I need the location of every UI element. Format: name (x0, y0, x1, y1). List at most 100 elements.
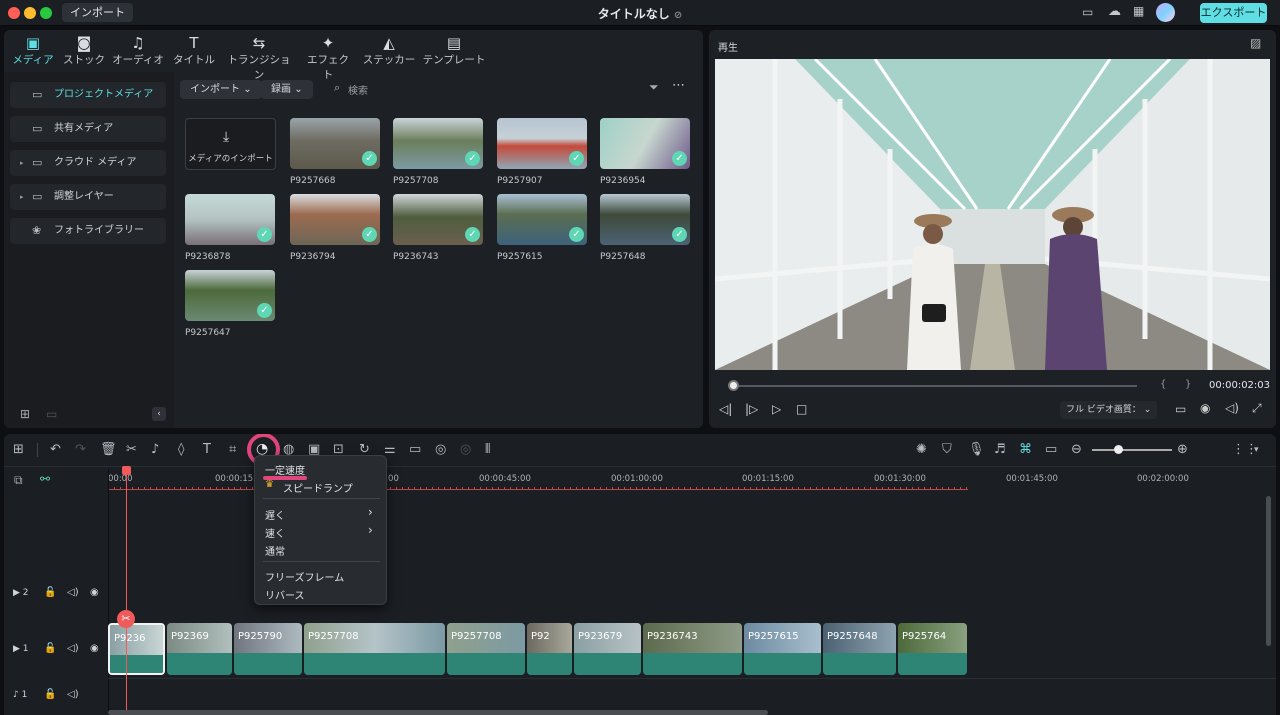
render-icon[interactable]: ✺ (916, 442, 927, 457)
scissors-icon[interactable]: ✂ (126, 442, 137, 457)
fullscreen-icon[interactable]: ⤢ (1252, 401, 1262, 416)
layout-grid-icon[interactable]: ⊞ (13, 442, 24, 457)
timeline-clip[interactable]: P92 (527, 623, 572, 675)
timeline-clip[interactable]: P9257708 (447, 623, 525, 675)
undo-icon[interactable]: ↶ (50, 442, 61, 457)
volume-icon[interactable]: ◁) (67, 587, 79, 598)
volume-icon[interactable]: ◁) (1225, 401, 1239, 415)
add-track-icon[interactable]: ⧉ (14, 473, 23, 488)
timeline-clip[interactable]: P923679 (574, 623, 641, 675)
media-thumb[interactable]: ✓ (185, 270, 275, 321)
menu-item-fast[interactable]: 速く (265, 525, 285, 540)
stop-icon[interactable]: □ (796, 402, 807, 416)
search-input[interactable]: 検索 (348, 82, 368, 97)
zoom-slider-handle[interactable] (1114, 445, 1123, 454)
snap-icon[interactable]: ⌘ (1019, 442, 1032, 457)
snapshot-camera-icon[interactable]: ◉ (1200, 401, 1210, 415)
playback-scrubber[interactable] (729, 385, 1137, 387)
media-thumb[interactable]: ✓ (497, 194, 587, 245)
timeline-clip[interactable]: P9236743 (643, 623, 742, 675)
lock-icon[interactable]: 🔓 (44, 689, 56, 700)
tab-title[interactable]: T タイトル (172, 34, 216, 67)
zoom-slider[interactable] (1092, 449, 1172, 451)
avatar[interactable] (1156, 3, 1175, 22)
vertical-scrollbar[interactable] (1266, 496, 1271, 646)
menu-item-speed-ramp[interactable]: スピードランプ (283, 480, 353, 495)
grid-apps-icon[interactable]: ▦ (1133, 4, 1144, 18)
music-list-icon[interactable]: ♬ (994, 442, 1006, 457)
menu-item-reverse[interactable]: リバース (265, 587, 305, 602)
adjust-sliders-icon[interactable]: ⚌ (384, 442, 396, 457)
lock-icon[interactable]: 🔓 (44, 643, 56, 654)
quality-dropdown[interactable]: フル ビデオ画質： ⌄ (1060, 401, 1158, 419)
video-preview[interactable] (715, 59, 1270, 370)
media-thumb[interactable]: ✓ (290, 194, 380, 245)
sidebar-item-adjustment-layer[interactable]: ▸ ▭ 調整レイヤー (10, 184, 166, 210)
sidebar-item-project-media[interactable]: ▭ プロジェクトメディア (10, 82, 166, 108)
next-frame-icon[interactable]: |▷ (745, 402, 758, 416)
tag-icon[interactable]: ◊ (178, 442, 184, 457)
chevron-down-icon[interactable]: ▾ (1254, 445, 1259, 455)
timeline-clip[interactable]: P925790 (234, 623, 302, 675)
tab-transition[interactable]: ⇆ トランジション (224, 34, 294, 82)
menu-item-normal[interactable]: 通常 (265, 543, 285, 558)
zoom-out-icon[interactable]: ⊖ (1071, 442, 1082, 457)
menu-item-slow[interactable]: 遅く (265, 507, 285, 522)
timeline-clip[interactable]: P9257615 (744, 623, 821, 675)
menu-item-freeze-frame[interactable]: フリーズフレーム (265, 569, 344, 584)
expand-arrow-icon[interactable]: ▸ (20, 184, 24, 210)
filter-icon[interactable]: ⏷ (649, 80, 659, 95)
import-media-tile[interactable]: ⤓ メディアのインポート (185, 118, 276, 170)
tab-template[interactable]: ▤ テンプレート (422, 34, 486, 67)
horizontal-scrollbar[interactable] (108, 710, 768, 715)
media-thumb[interactable]: ✓ (600, 194, 690, 245)
mark-in-icon[interactable]: { (1160, 379, 1166, 390)
redo-icon[interactable]: ↷ (75, 442, 86, 457)
microphone-icon[interactable]: 🎙 (968, 442, 985, 457)
shield-icon[interactable]: ⛉ (942, 442, 952, 457)
mark-out-icon[interactable]: } (1185, 379, 1191, 390)
display-icon[interactable]: ▭ (1175, 402, 1186, 416)
sidebar-item-photo-library[interactable]: ❀ フォトライブラリー (10, 218, 166, 244)
eye-icon[interactable]: ◉ (90, 643, 99, 654)
play-icon[interactable]: ▷ (772, 402, 781, 416)
media-thumb[interactable]: ✓ (393, 194, 483, 245)
audio-split-icon[interactable]: ♪ (151, 442, 159, 457)
eye-icon[interactable]: ◉ (90, 587, 99, 598)
timeline-clip[interactable]: P9257648 (823, 623, 896, 675)
record-dropdown[interactable]: 録画 ⌄ (261, 80, 313, 99)
media-thumb[interactable]: ✓ (497, 118, 587, 169)
tab-sticker[interactable]: ◭ ステッカー (362, 34, 416, 67)
export-button[interactable]: エクスポート (1200, 3, 1267, 23)
tab-effect[interactable]: ✦ エフェクト (302, 34, 354, 82)
delete-icon[interactable]: 🗑 (100, 442, 117, 457)
tab-stock[interactable]: ◙ ストック (62, 34, 106, 67)
more-options-icon[interactable]: ⋯ (672, 78, 685, 93)
import-dropdown[interactable]: インポート ⌄ (180, 80, 262, 99)
frame-icon[interactable]: ▭ (409, 442, 421, 457)
split-scissors-icon[interactable]: ✂ (117, 610, 135, 628)
previous-frame-icon[interactable]: ◁| (719, 402, 732, 416)
new-folder-icon[interactable]: ⊞ (20, 407, 30, 421)
timeline-clip[interactable]: P9236 (108, 623, 165, 675)
volume-icon[interactable]: ◁) (67, 643, 79, 654)
ai-icon[interactable]: ◎ (435, 442, 446, 457)
text-icon[interactable]: T (203, 442, 211, 457)
cloud-upload-icon[interactable]: ☁ (1108, 4, 1121, 19)
media-thumb[interactable]: ✓ (290, 118, 380, 169)
media-thumb[interactable]: ✓ (600, 118, 690, 169)
menu-item-uniform-speed[interactable]: 一定速度 (265, 462, 305, 477)
media-thumb[interactable]: ✓ (185, 194, 275, 245)
volume-icon[interactable]: ◁) (67, 689, 79, 700)
sidebar-item-cloud-media[interactable]: ▸ ▭ クラウド メディア (10, 150, 166, 176)
sidebar-item-shared-media[interactable]: ▭ 共有メディア (10, 116, 166, 142)
timeline-clip[interactable]: P92369 (167, 623, 232, 675)
tab-media[interactable]: ▣ メディア (12, 34, 54, 67)
scrubber-handle[interactable] (728, 380, 739, 391)
picture-in-picture-icon[interactable]: ▭ (1045, 442, 1057, 457)
zoom-in-icon[interactable]: ⊕ (1177, 442, 1188, 457)
tab-audio[interactable]: ♫ オーディオ (112, 34, 164, 67)
scope-icon[interactable]: ▨ (1250, 36, 1261, 50)
timeline-clip[interactable]: P9257708 (304, 623, 445, 675)
lock-icon[interactable]: 🔓 (44, 587, 56, 598)
